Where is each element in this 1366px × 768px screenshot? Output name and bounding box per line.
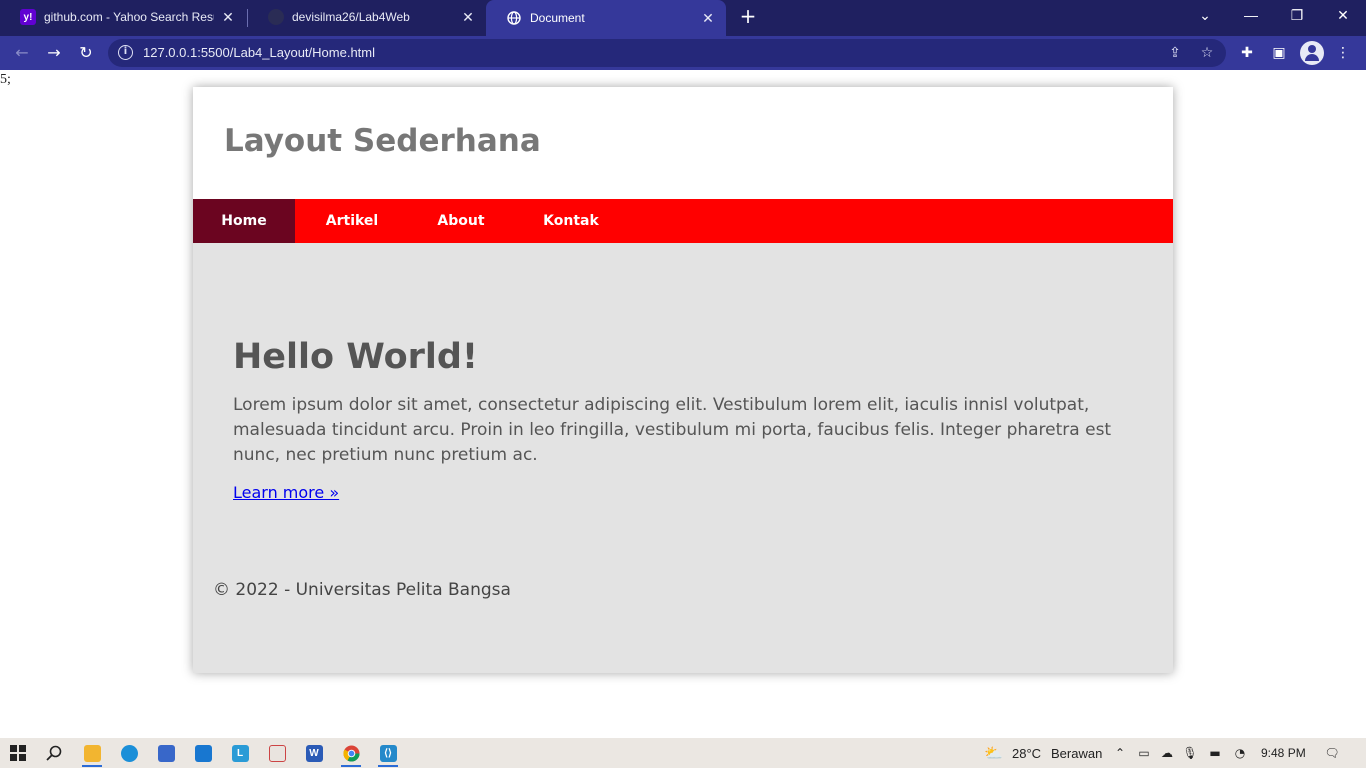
- chrome-icon[interactable]: [337, 741, 365, 767]
- stray-text: 5;: [0, 72, 11, 87]
- clock-time[interactable]: 9:48 PM: [1261, 746, 1306, 760]
- window-close-button[interactable]: ✕: [1320, 0, 1366, 32]
- word-icon[interactable]: W: [300, 741, 328, 765]
- page-viewport: 5; Layout Sederhana Home Artikel About K…: [0, 70, 1366, 738]
- nav-item-artikel[interactable]: Artikel: [295, 199, 409, 243]
- hero-heading: Hello World!: [233, 337, 478, 377]
- nav-item-home[interactable]: Home: [193, 199, 295, 243]
- browser-tab-strip: y! github.com - Yahoo Search Results ✕ d…: [0, 0, 1366, 36]
- main-nav: Home Artikel About Kontak: [193, 199, 1173, 243]
- tab-search-chevron-icon[interactable]: ⌄: [1182, 0, 1228, 32]
- vscode-icon[interactable]: ⟨⟩: [374, 741, 402, 767]
- tab-document-active[interactable]: Document ✕: [486, 0, 726, 36]
- hero-section: Hello World! Lorem ipsum dolor sit amet,…: [233, 337, 1133, 502]
- restore-button[interactable]: ❐: [1274, 0, 1320, 32]
- chevron-up-icon[interactable]: ⌃: [1112, 745, 1128, 761]
- notification-center-icon[interactable]: 🗨: [1324, 745, 1340, 761]
- close-icon[interactable]: ✕: [460, 9, 476, 26]
- weather-condition[interactable]: Berawan: [1051, 746, 1102, 761]
- close-icon[interactable]: ✕: [220, 9, 236, 26]
- yahoo-favicon-icon: y!: [20, 9, 36, 25]
- layout-container: Layout Sederhana Home Artikel About Kont…: [193, 87, 1173, 673]
- menu-kebab-icon[interactable]: ⋮: [1332, 42, 1354, 64]
- globe-icon: [506, 10, 522, 26]
- nav-item-about[interactable]: About: [409, 199, 513, 243]
- hero-paragraph: Lorem ipsum dolor sit amet, consectetur …: [233, 395, 1112, 465]
- back-button[interactable]: ←: [10, 41, 34, 65]
- profile-avatar[interactable]: [1300, 41, 1324, 65]
- weather-cloud-sun-icon[interactable]: ⛅: [984, 745, 1003, 761]
- store-icon[interactable]: [152, 741, 180, 765]
- reload-button[interactable]: ↻: [74, 41, 98, 65]
- site-header: Layout Sederhana: [193, 87, 1173, 199]
- l-app-icon[interactable]: L: [226, 741, 254, 765]
- bookmark-star-icon[interactable]: ☆: [1198, 44, 1216, 62]
- file-explorer-icon[interactable]: [78, 741, 106, 767]
- forward-button[interactable]: →: [42, 41, 66, 65]
- battery-icon[interactable]: ▬: [1207, 745, 1223, 761]
- site-title: Layout Sederhana: [224, 123, 541, 159]
- mail-icon[interactable]: [189, 741, 217, 765]
- paint-icon[interactable]: [263, 741, 291, 765]
- microphone-icon[interactable]: 🎙: [1182, 745, 1198, 761]
- site-info-icon[interactable]: i: [118, 45, 133, 60]
- learn-more-link[interactable]: Learn more »: [233, 483, 339, 502]
- tab-yahoo-search[interactable]: y! github.com - Yahoo Search Results ✕: [0, 0, 246, 34]
- edge-icon[interactable]: [115, 741, 143, 765]
- new-tab-button[interactable]: +: [736, 4, 760, 28]
- address-bar[interactable]: i 127.0.0.1:5500/Lab4_Layout/Home.html ⇪…: [108, 39, 1226, 67]
- url-text: 127.0.0.1:5500/Lab4_Layout/Home.html: [143, 45, 376, 60]
- tab-title: github.com - Yahoo Search Results: [44, 10, 214, 24]
- tab-github[interactable]: devisilma26/Lab4Web ✕: [248, 0, 486, 34]
- share-icon[interactable]: ⇪: [1166, 44, 1184, 62]
- search-icon[interactable]: [40, 741, 68, 765]
- github-favicon-icon: [268, 9, 284, 25]
- wifi-icon[interactable]: ◔: [1232, 745, 1248, 761]
- weather-temperature[interactable]: 28°C: [1012, 746, 1041, 761]
- site-footer: © 2022 - Universitas Pelita Bangsa: [213, 580, 511, 600]
- close-icon[interactable]: ✕: [700, 10, 716, 27]
- windows-taskbar: L W ⟨⟩ ⛅ 28°C Berawan ⌃ ▭ ☁ 🎙 ▬ ◔ 9:48 P…: [0, 738, 1366, 768]
- tab-title: devisilma26/Lab4Web: [292, 10, 410, 24]
- nav-item-kontak[interactable]: Kontak: [513, 199, 629, 243]
- tab-title: Document: [530, 11, 585, 25]
- side-panel-icon[interactable]: ▣: [1268, 42, 1290, 64]
- meet-now-icon[interactable]: ▭: [1136, 745, 1152, 761]
- extensions-puzzle-icon[interactable]: ✚: [1236, 42, 1258, 64]
- browser-toolbar: ← → ↻ i 127.0.0.1:5500/Lab4_Layout/Home.…: [0, 36, 1366, 70]
- onedrive-cloud-icon[interactable]: ☁: [1159, 745, 1175, 761]
- minimize-button[interactable]: —: [1228, 0, 1274, 32]
- windows-start-icon[interactable]: [4, 741, 32, 765]
